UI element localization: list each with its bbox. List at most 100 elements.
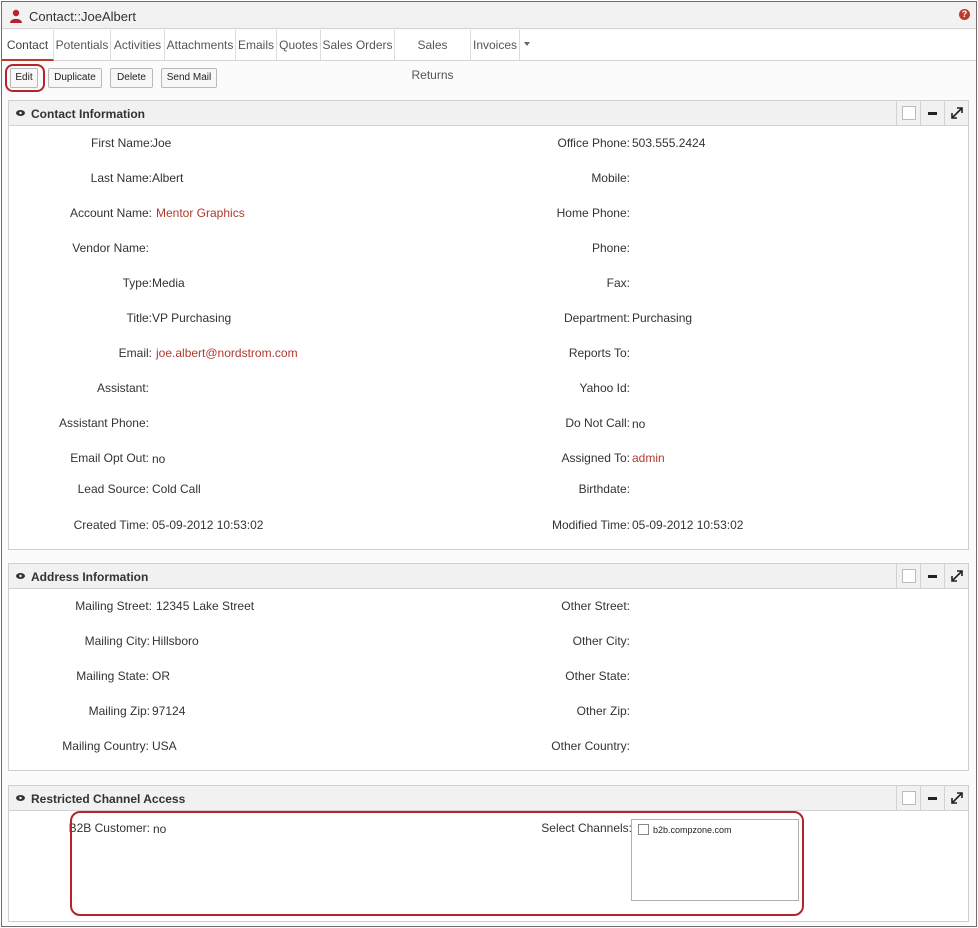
field-value: Media <box>152 276 185 290</box>
field-value: Hillsboro <box>152 634 199 648</box>
eye-icon[interactable] <box>16 573 25 579</box>
field-label: Office Phone: <box>557 136 631 150</box>
field-label: Other Zip: <box>576 704 630 718</box>
page-title: Contact::JoeAlbert <box>29 9 136 24</box>
tab-contact[interactable]: Contact <box>2 30 54 61</box>
field-value: Albert <box>152 171 184 185</box>
field-label: Mailing City: <box>84 634 150 648</box>
field-label: Mailing Street: <box>75 599 152 613</box>
field-label: Phone: <box>591 241 630 255</box>
caret-down-icon <box>524 42 530 46</box>
field-value: no <box>152 452 166 466</box>
field-label: Mailing Country: <box>62 739 149 753</box>
panel-title: Restricted Channel Access <box>31 792 186 806</box>
field-value: Joe <box>152 136 172 150</box>
account-name-link[interactable]: Mentor Graphics <box>156 206 245 220</box>
tab-sales-orders[interactable]: Sales Orders <box>321 30 395 60</box>
field-label: Last Name: <box>90 171 152 185</box>
field-label: Modified Time: <box>551 518 630 532</box>
panel-expand-button[interactable] <box>944 101 968 126</box>
minus-icon <box>928 575 937 578</box>
field-label: Yahoo Id: <box>579 381 630 395</box>
field-label: Assistant Phone: <box>58 416 149 430</box>
restricted-channel-access-panel: Restricted Channel Access <box>8 785 969 922</box>
channel-list-box[interactable]: b2b.compzone.com <box>631 819 799 901</box>
field-label: First Name: <box>90 136 153 150</box>
panel-minimize-button[interactable] <box>920 786 944 811</box>
field-label: Mailing State: <box>76 669 149 683</box>
field-label: Do Not Call: <box>565 416 630 430</box>
channel-label: b2b.compzone.com <box>653 825 732 835</box>
field-label: Type: <box>122 276 152 290</box>
field-label: Other State: <box>565 669 630 683</box>
field-value: 05-09-2012 10:53:02 <box>152 518 264 532</box>
help-icon[interactable]: ? <box>959 9 970 20</box>
tab-emails[interactable]: Emails <box>236 30 277 60</box>
field-label: Assigned To: <box>561 451 631 465</box>
field-label: Vendor Name: <box>72 241 149 255</box>
tab-quotes[interactable]: Quotes <box>277 30 321 60</box>
delete-button[interactable]: Delete <box>110 68 153 88</box>
field-label: Department: <box>563 311 630 325</box>
panel-expand-button[interactable] <box>944 564 968 589</box>
field-value: no <box>632 417 646 431</box>
panel-select-box[interactable] <box>896 101 920 126</box>
record-tabs: Contact Potentials Activities Attachment… <box>2 30 976 82</box>
field-value: 05-09-2012 10:53:02 <box>632 518 744 532</box>
panel-minimize-button[interactable] <box>920 564 944 589</box>
panel-title: Contact Information <box>31 107 145 121</box>
panel-header: Contact Information <box>9 101 968 126</box>
field-label: Account Name: <box>69 206 152 220</box>
field-label: Assistant: <box>96 381 149 395</box>
tab-sales-returns[interactable]: Sales Returns <box>395 30 471 82</box>
field-value: USA <box>152 739 177 753</box>
expand-icon <box>951 107 963 119</box>
b2b-customer-label: B2B Customer: <box>68 821 150 835</box>
field-value: Cold Call <box>152 482 201 496</box>
field-value: OR <box>152 669 170 683</box>
eye-icon[interactable] <box>16 110 25 116</box>
panel-expand-button[interactable] <box>944 786 968 811</box>
edit-button[interactable]: Edit <box>10 68 38 88</box>
eye-icon[interactable] <box>16 795 25 801</box>
minus-icon <box>928 112 937 115</box>
panel-select-box[interactable] <box>896 786 920 811</box>
field-value: 97124 <box>152 704 186 718</box>
send-mail-button[interactable]: Send Mail <box>161 68 217 88</box>
field-label: Home Phone: <box>556 206 630 220</box>
field-value: 503.555.2424 <box>632 136 706 150</box>
field-value: Purchasing <box>632 311 693 325</box>
tab-activities[interactable]: Activities <box>111 30 165 60</box>
field-label: Title: <box>126 311 152 325</box>
select-channels-label: Select Channels: <box>541 821 632 835</box>
panel-header: Restricted Channel Access <box>9 786 968 811</box>
panel-header: Address Information <box>9 564 968 589</box>
field-label: Fax: <box>606 276 630 290</box>
field-label: Created Time: <box>73 518 149 532</box>
square-icon <box>902 106 916 120</box>
field-label: Birthdate: <box>578 482 630 496</box>
field-label: Mailing Zip: <box>88 704 150 718</box>
title-bar: Contact::JoeAlbert ? <box>2 2 976 29</box>
expand-icon <box>951 570 963 582</box>
tab-invoices[interactable]: Invoices <box>471 30 520 60</box>
field-label: Lead Source: <box>77 482 149 496</box>
field-label: Email Opt Out: <box>70 451 149 465</box>
tab-attachments[interactable]: Attachments <box>165 30 236 60</box>
email-link[interactable]: joe.albert@nordstrom.com <box>156 346 298 360</box>
channel-checkbox[interactable] <box>638 824 649 835</box>
panel-minimize-button[interactable] <box>920 101 944 126</box>
square-icon <box>902 569 916 583</box>
square-icon <box>902 791 916 805</box>
duplicate-button[interactable]: Duplicate <box>48 68 102 88</box>
assigned-to-link[interactable]: admin <box>632 451 665 465</box>
field-label: Reports To: <box>568 346 630 360</box>
tab-potentials[interactable]: Potentials <box>54 30 111 60</box>
panel-select-box[interactable] <box>896 564 920 589</box>
minus-icon <box>928 797 937 800</box>
field-label: Other Country: <box>551 739 630 753</box>
panel-title: Address Information <box>31 570 149 584</box>
tabs-more-dropdown[interactable] <box>520 30 534 60</box>
expand-icon <box>951 792 963 804</box>
field-label: Mobile: <box>591 171 630 185</box>
